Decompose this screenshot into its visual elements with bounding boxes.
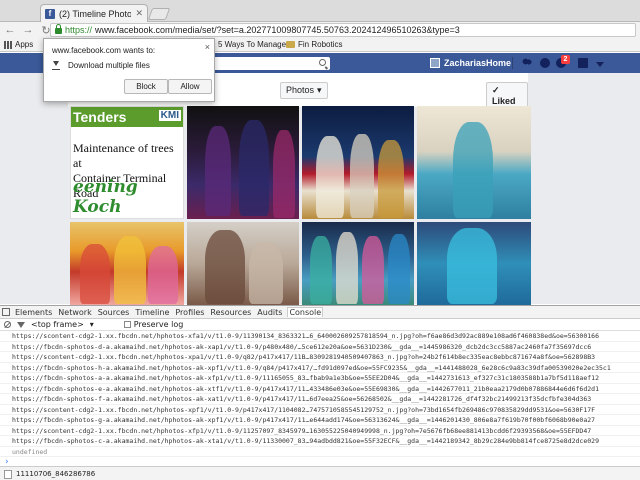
download-shelf: 11110706_846286786 — [0, 466, 640, 480]
tab-resources[interactable]: Resources — [209, 308, 252, 317]
tab-title: (2) Timeline Photos — [59, 8, 132, 19]
photo-tile[interactable] — [302, 106, 414, 219]
home-link[interactable]: Home — [486, 58, 511, 68]
devtools-tabs: Elements Network Sources Timeline Profil… — [0, 306, 640, 319]
photos-dropdown-label: Photos — [286, 85, 315, 95]
tab-console[interactable]: Console — [287, 307, 324, 317]
allow-button[interactable]: Allow — [168, 79, 212, 94]
log-line[interactable]: https://scontent-cdg2-1.xx.fbcdn.net/hph… — [0, 352, 640, 363]
url-text: www.facebook.com/media/set/?set=a.202771… — [95, 25, 460, 35]
photo-tile[interactable] — [187, 106, 299, 219]
log-line[interactable]: https://fbcdn-sphotos-c-a.akamaihd.net/h… — [0, 436, 640, 447]
photo-grid: Tenders KMI Maintenance of trees at Cont… — [70, 106, 531, 305]
filter-icon[interactable] — [17, 321, 25, 328]
bookmark-label: 5 Ways To Manage / — [218, 40, 291, 49]
chevron-down-icon: ▾ — [317, 85, 322, 95]
account-menu-caret-icon[interactable] — [596, 62, 604, 67]
messages-icon[interactable] — [540, 58, 550, 68]
photo-news-tagline: eening Koch — [73, 177, 138, 217]
popup-title: www.facebook.com wants to: — [52, 46, 156, 55]
facebook-search-input[interactable] — [210, 57, 330, 70]
privacy-shortcuts-icon[interactable] — [578, 58, 588, 68]
page-content: Photos ▾ ✓ Liked Tenders KMI Maintenance… — [0, 73, 640, 305]
tab-close-icon[interactable]: ✕ — [135, 8, 143, 19]
url-scheme: https:// — [65, 25, 93, 35]
download-permission-popup: www.facebook.com wants to: × Download mu… — [43, 38, 215, 102]
forward-icon[interactable]: → — [22, 24, 34, 36]
block-button[interactable]: Block — [124, 79, 168, 94]
facebook-favicon-icon: f — [45, 8, 55, 19]
log-line[interactable]: https://fbcdn-sphotos-h-a.akamaihd.net/h… — [0, 363, 640, 373]
photos-dropdown[interactable]: Photos ▾ — [280, 82, 328, 99]
photo-tile[interactable]: Tenders KMI Maintenance of trees at Cont… — [70, 106, 184, 219]
tab-elements[interactable]: Elements — [14, 308, 53, 317]
tab-timeline[interactable]: Timeline — [134, 308, 170, 317]
checkbox[interactable] — [123, 321, 131, 328]
tab-timeline-photos[interactable]: f (2) Timeline Photos ✕ — [40, 4, 148, 22]
user-name: Zacharias — [444, 58, 487, 68]
tab-profiles[interactable]: Profiles — [174, 308, 205, 317]
profile-link[interactable]: Zacharias — [430, 58, 486, 68]
new-tab-button[interactable] — [147, 8, 171, 20]
console-filter-bar: <top frame> ▾ Preserve log — [0, 319, 640, 331]
log-line[interactable]: https://scontent-cdg2-1.xx.fbcdn.net/hph… — [0, 405, 640, 415]
header-divider — [512, 57, 513, 69]
popup-permission-row: Download multiple files — [52, 61, 150, 70]
tab-strip: f (2) Timeline Photos ✕ — [0, 0, 640, 22]
search-icon[interactable] — [319, 59, 326, 66]
log-line[interactable]: https://scontent-cdg2-1.xx.fbcdn.net/hph… — [0, 331, 640, 342]
bookmark-apps[interactable]: Apps — [4, 40, 33, 49]
download-item[interactable]: 11110706_846286786 — [16, 470, 95, 478]
log-line[interactable]: https://scontent-cdg2-1.xx.fbcdn.net/hph… — [0, 426, 640, 436]
log-line[interactable]: https://fbcdn-sphotos-e-a.akamaihd.net/h… — [0, 384, 640, 394]
console-result: undefined — [0, 447, 640, 457]
log-line[interactable]: https://fbcdn-sphotos-a-a.akamaihd.net/h… — [0, 373, 640, 384]
photo-tile[interactable] — [187, 222, 299, 305]
kmi-logo: KMI — [158, 110, 181, 121]
bookmark-fin-robotics[interactable]: Fin Robotics — [286, 40, 342, 49]
photo-tile[interactable] — [70, 222, 184, 305]
browser-toolbar: ← → ↻ https://www.facebook.com/media/set… — [0, 22, 640, 38]
liked-button[interactable]: ✓ Liked — [486, 82, 528, 109]
apps-icon — [4, 40, 12, 49]
photo-tile[interactable] — [417, 106, 531, 219]
popup-action: Download multiple files — [68, 61, 150, 70]
photo-tile[interactable] — [302, 222, 414, 305]
clear-console-icon[interactable] — [4, 321, 11, 328]
inspect-icon[interactable] — [2, 308, 10, 316]
download-icon — [52, 61, 60, 70]
friend-requests-icon[interactable] — [522, 58, 532, 68]
bookmark-label: Fin Robotics — [298, 40, 343, 49]
tab-network[interactable]: Network — [57, 308, 92, 317]
folder-icon — [286, 41, 295, 48]
bookmark-label: Apps — [15, 40, 34, 49]
frame-selector[interactable]: <top frame> — [31, 320, 84, 329]
preserve-log-label: Preserve log — [133, 320, 184, 329]
lock-icon — [55, 24, 62, 34]
address-bar[interactable]: https://www.facebook.com/media/set/?set=… — [50, 23, 636, 37]
log-line[interactable]: https://fbcdn-sphotos-f-a.akamaihd.net/h… — [0, 394, 640, 405]
close-icon[interactable]: × — [205, 42, 210, 52]
headline-line: Maintenance of trees at — [73, 141, 174, 170]
preserve-log-checkbox[interactable]: Preserve log — [123, 320, 184, 329]
log-line[interactable]: https://fbcdn-sphotos-d-a.akamaihd.net/h… — [0, 342, 640, 352]
chevron-down-icon: ▾ — [89, 320, 94, 329]
tab-audits[interactable]: Audits — [256, 308, 283, 317]
notification-badge: 2 — [561, 55, 570, 64]
photo-tile[interactable] — [417, 222, 531, 305]
console-log: https://scontent-cdg2-1.xx.fbcdn.net/hph… — [0, 331, 640, 468]
tab-sources[interactable]: Sources — [97, 308, 131, 317]
file-icon — [4, 469, 12, 479]
avatar — [430, 58, 440, 68]
log-line[interactable]: https://fbcdn-sphotos-g-a.akamaihd.net/h… — [0, 415, 640, 426]
devtools-panel: Elements Network Sources Timeline Profil… — [0, 305, 640, 480]
bookmark-manage[interactable]: 5 Ways To Manage / — [218, 40, 290, 49]
back-icon[interactable]: ← — [4, 24, 16, 36]
